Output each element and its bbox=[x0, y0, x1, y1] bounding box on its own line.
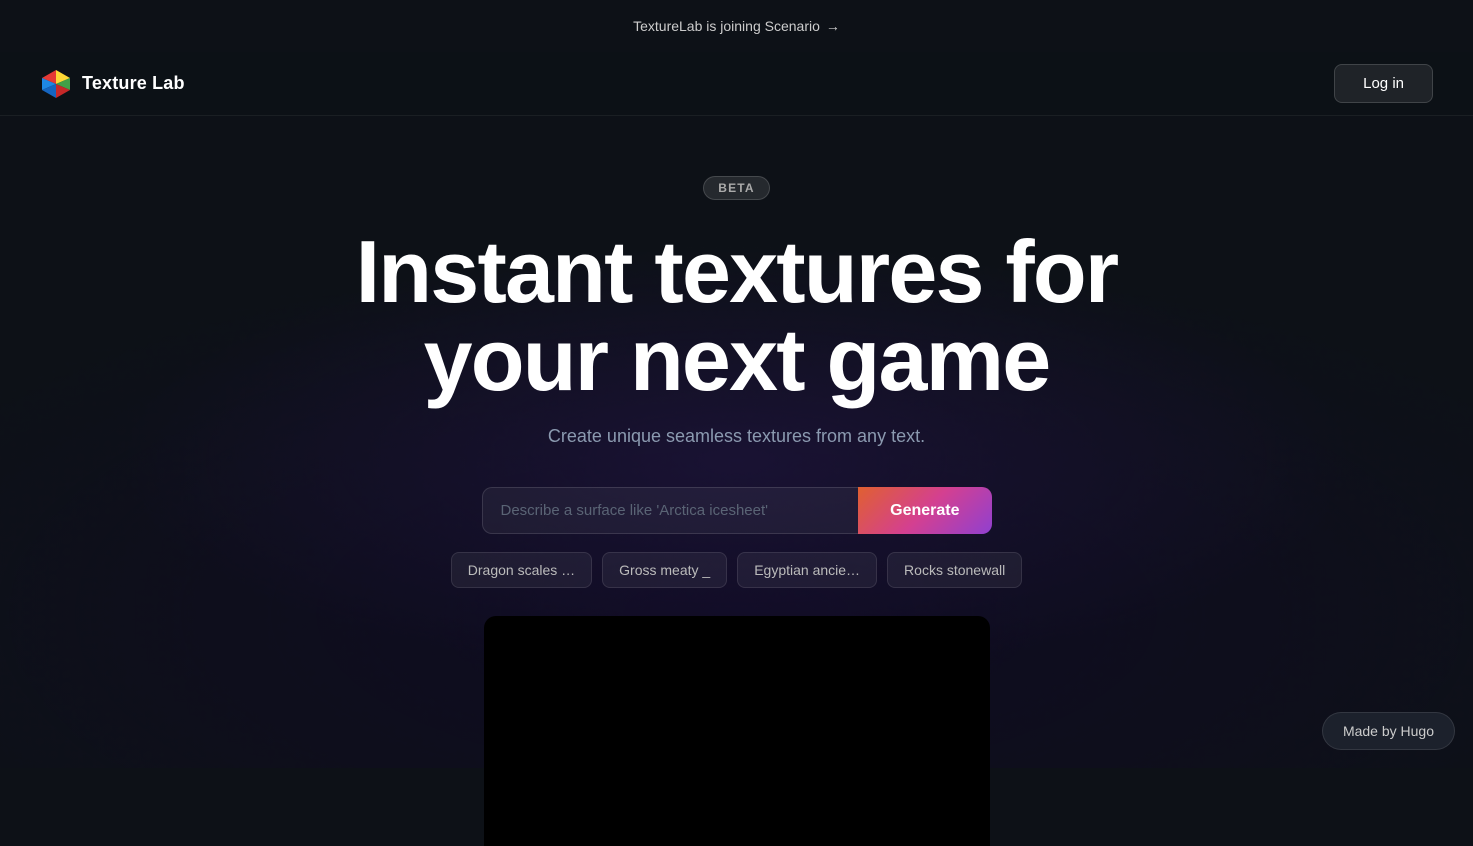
chip-gross-meaty[interactable]: Gross meaty _ bbox=[602, 552, 727, 588]
hero-heading: Instant textures for your next game bbox=[356, 228, 1118, 404]
hero-heading-line1: Instant textures for bbox=[356, 222, 1118, 321]
announcement-bar: TextureLab is joining Scenario → bbox=[0, 0, 1473, 52]
hero-section: BETA Instant textures for your next game… bbox=[0, 116, 1473, 846]
beta-badge: BETA bbox=[703, 176, 770, 200]
hero-heading-line2: your next game bbox=[424, 310, 1050, 409]
login-button[interactable]: Log in bbox=[1334, 64, 1433, 103]
nav-logo-link[interactable]: Texture Lab bbox=[40, 68, 185, 100]
nav-title: Texture Lab bbox=[82, 73, 185, 94]
hero-subtitle: Create unique seamless textures from any… bbox=[548, 426, 925, 447]
chip-egyptian[interactable]: Egyptian ancie… bbox=[737, 552, 877, 588]
chips-row: Dragon scales … Gross meaty _ Egyptian a… bbox=[451, 552, 1022, 588]
announcement-link[interactable]: TextureLab is joining Scenario → bbox=[633, 18, 840, 34]
navbar: Texture Lab Log in bbox=[0, 52, 1473, 116]
input-row: Generate bbox=[482, 487, 992, 534]
logo-icon bbox=[40, 68, 72, 100]
made-by-hugo-badge: Made by Hugo bbox=[1322, 712, 1455, 750]
texture-description-input[interactable] bbox=[482, 487, 859, 534]
generate-button[interactable]: Generate bbox=[858, 487, 991, 534]
chip-dragon-scales[interactable]: Dragon scales … bbox=[451, 552, 592, 588]
preview-area bbox=[484, 616, 990, 846]
announcement-arrow: → bbox=[826, 18, 840, 34]
announcement-text: TextureLab is joining Scenario bbox=[633, 18, 820, 34]
chip-rocks-stonewall[interactable]: Rocks stonewall bbox=[887, 552, 1022, 588]
